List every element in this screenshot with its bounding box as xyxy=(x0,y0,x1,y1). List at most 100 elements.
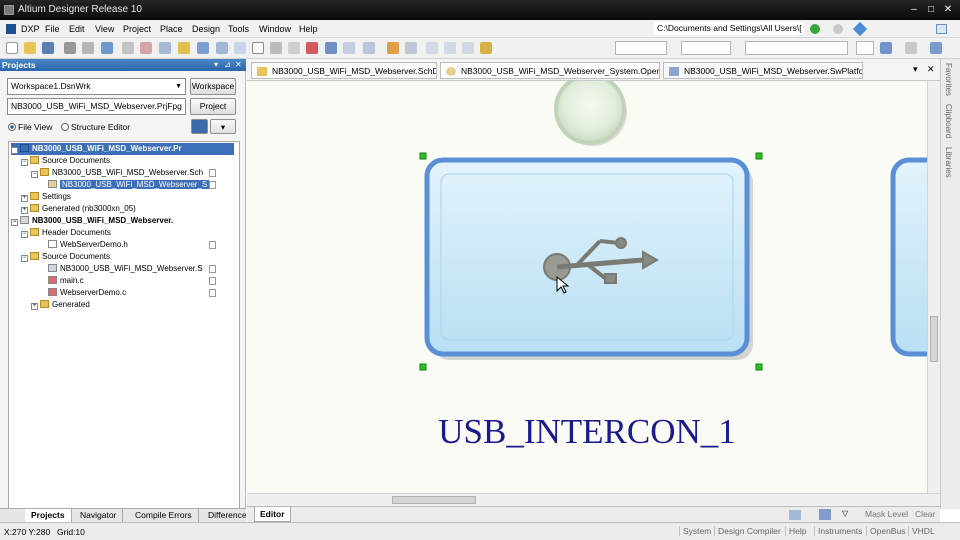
menu-help[interactable]: Help xyxy=(299,24,318,34)
collapse-icon[interactable]: − xyxy=(21,159,28,166)
redo-icon[interactable] xyxy=(343,42,355,54)
tree-schdoc[interactable]: − NB3000_USB_WiFi_MSD_Webserver.Sch xyxy=(31,167,203,179)
collapse-icon[interactable]: − xyxy=(21,231,28,238)
filter-icon[interactable]: ▽ xyxy=(842,509,848,518)
tab-schdoc[interactable]: NB3000_USB_WiFi_MSD_Webserver.SchDoc xyxy=(251,62,437,79)
menu-place[interactable]: Place xyxy=(160,24,183,34)
design-compiler-button[interactable]: Design Compiler xyxy=(714,526,784,536)
tab-list-icon[interactable]: ▾ xyxy=(913,64,918,75)
tree-embedded-project[interactable]: − NB3000_USB_WiFi_MSD_Webserver. xyxy=(11,215,173,227)
tree-openbus-doc[interactable]: NB3000_USB_WiFi_MSD_Webserver_S xyxy=(48,179,210,191)
tab-projects[interactable]: Projects xyxy=(25,509,72,522)
tree-webserverdemo-c[interactable]: WebserverDemo.c xyxy=(48,287,126,299)
move-icon[interactable] xyxy=(270,42,282,54)
folder-options-icon[interactable]: ▾ xyxy=(210,119,236,134)
tab-navigator[interactable]: Navigator xyxy=(74,509,124,522)
vertical-scroll-thumb[interactable] xyxy=(930,316,938,362)
tab-openbus[interactable]: NB3000_USB_WiFi_MSD_Webserver_System.Ope… xyxy=(440,62,660,79)
tab-compile-errors[interactable]: Compile Errors xyxy=(129,509,199,522)
tree-generated-2[interactable]: + Generated xyxy=(31,299,90,311)
forward-icon[interactable] xyxy=(833,24,843,34)
panel-menu-icon[interactable]: ▾ xyxy=(214,59,218,71)
tree-source-documents-2[interactable]: − Source Documents xyxy=(21,251,110,263)
project-button[interactable]: Project xyxy=(190,98,236,115)
undo-icon[interactable] xyxy=(325,42,337,54)
home-icon[interactable] xyxy=(852,21,868,37)
net-icon[interactable] xyxy=(426,42,438,54)
instruments-button[interactable]: Instruments xyxy=(814,526,865,536)
clipboard-tab[interactable]: Clipboard xyxy=(944,104,953,138)
menu-view[interactable]: View xyxy=(95,24,114,34)
panel-close-icon[interactable]: ✕ xyxy=(235,59,242,71)
vhdl-button[interactable]: VHDL xyxy=(908,526,938,536)
collapse-icon[interactable]: − xyxy=(31,171,38,178)
tree-source-documents[interactable]: − Source Documents xyxy=(21,155,110,167)
compile-icon[interactable] xyxy=(480,42,492,54)
editor-canvas[interactable]: USB_INTERCON_1 xyxy=(247,81,927,493)
save-icon[interactable] xyxy=(42,42,54,54)
project-view-icon[interactable] xyxy=(191,119,208,134)
tab-swplatform[interactable]: NB3000_USB_WiFi_MSD_Webserver.SwPlatform xyxy=(663,62,863,79)
collapse-icon[interactable]: − xyxy=(11,147,18,154)
pen-icon[interactable] xyxy=(819,509,831,520)
horizontal-scrollbar[interactable] xyxy=(247,493,940,506)
hierarchy-icon[interactable] xyxy=(363,42,375,54)
sheet-icon[interactable] xyxy=(462,42,474,54)
toolbar-option-icon-2[interactable] xyxy=(905,42,917,54)
cut-icon[interactable] xyxy=(178,42,190,54)
tree-project-root[interactable]: − NB3000_USB_WiFi_MSD_Webserver.Pr xyxy=(11,143,234,155)
menu-tools[interactable]: Tools xyxy=(228,24,249,34)
menu-dxp[interactable]: DXP xyxy=(21,24,40,34)
openbus-button[interactable]: OpenBus xyxy=(866,526,908,536)
expand-icon[interactable]: + xyxy=(31,303,38,310)
component-icon[interactable] xyxy=(122,42,134,54)
tree-sw-doc[interactable]: NB3000_USB_WiFi_MSD_Webserver.S xyxy=(48,263,203,275)
toolbar-combo-2[interactable] xyxy=(681,41,731,55)
collapse-icon[interactable]: − xyxy=(11,219,18,226)
minimize-button[interactable]: – xyxy=(907,3,921,16)
close-button[interactable]: ✕ xyxy=(941,3,955,16)
fit-icon[interactable] xyxy=(140,42,152,54)
tab-difference[interactable]: Difference xyxy=(202,509,254,522)
toolbar-option-icon-3[interactable] xyxy=(930,42,942,54)
toolbar-combo-1[interactable] xyxy=(615,41,667,55)
maximize-button[interactable]: □ xyxy=(924,3,938,16)
project-field[interactable]: NB3000_USB_WiFi_MSD_Webserver.PrjFpg xyxy=(7,98,186,115)
print-preview-icon[interactable] xyxy=(82,42,94,54)
file-view-radio[interactable]: File View xyxy=(8,122,52,132)
panel-pin-icon[interactable]: ⊿ xyxy=(224,59,231,71)
port-icon[interactable] xyxy=(444,42,456,54)
bus-icon[interactable] xyxy=(405,42,417,54)
clear-filter-icon[interactable] xyxy=(306,42,318,54)
toolbar-combo-3[interactable] xyxy=(745,41,848,55)
tree-webserverdemo-h[interactable]: WebServerDemo.h xyxy=(48,239,128,251)
tree-settings[interactable]: + Settings xyxy=(21,191,71,203)
mask-level-button[interactable]: Mask Level xyxy=(865,509,908,519)
menu-file[interactable]: File xyxy=(45,24,60,34)
paste-icon[interactable] xyxy=(216,42,228,54)
open-icon[interactable] xyxy=(24,42,36,54)
horizontal-scroll-thumb[interactable] xyxy=(392,496,476,504)
component-label[interactable]: USB_INTERCON_1 xyxy=(438,412,736,451)
rubber-stamp-icon[interactable] xyxy=(234,42,246,54)
wire-icon[interactable] xyxy=(387,42,399,54)
structure-editor-radio[interactable]: Structure Editor xyxy=(61,122,130,132)
print-icon[interactable] xyxy=(64,42,76,54)
tree-header-documents[interactable]: − Header Documents xyxy=(21,227,111,239)
deselect-icon[interactable] xyxy=(288,42,300,54)
close-document-icon[interactable]: ✕ xyxy=(927,64,935,75)
help-icon[interactable] xyxy=(789,510,801,520)
menu-design[interactable]: Design xyxy=(192,24,220,34)
copy-icon[interactable] xyxy=(197,42,209,54)
usb-component[interactable] xyxy=(424,157,753,360)
zoom-icon[interactable] xyxy=(101,42,113,54)
port-circle[interactable] xyxy=(554,81,627,146)
menu-project[interactable]: Project xyxy=(123,24,151,34)
expand-icon[interactable]: + xyxy=(21,207,28,214)
workspace-button[interactable]: Workspace xyxy=(190,78,236,95)
layout-icon[interactable] xyxy=(936,24,947,34)
clear-button[interactable]: Clear xyxy=(915,509,935,519)
menu-window[interactable]: Window xyxy=(259,24,291,34)
back-icon[interactable] xyxy=(810,24,820,34)
collapse-icon[interactable]: − xyxy=(21,255,28,262)
